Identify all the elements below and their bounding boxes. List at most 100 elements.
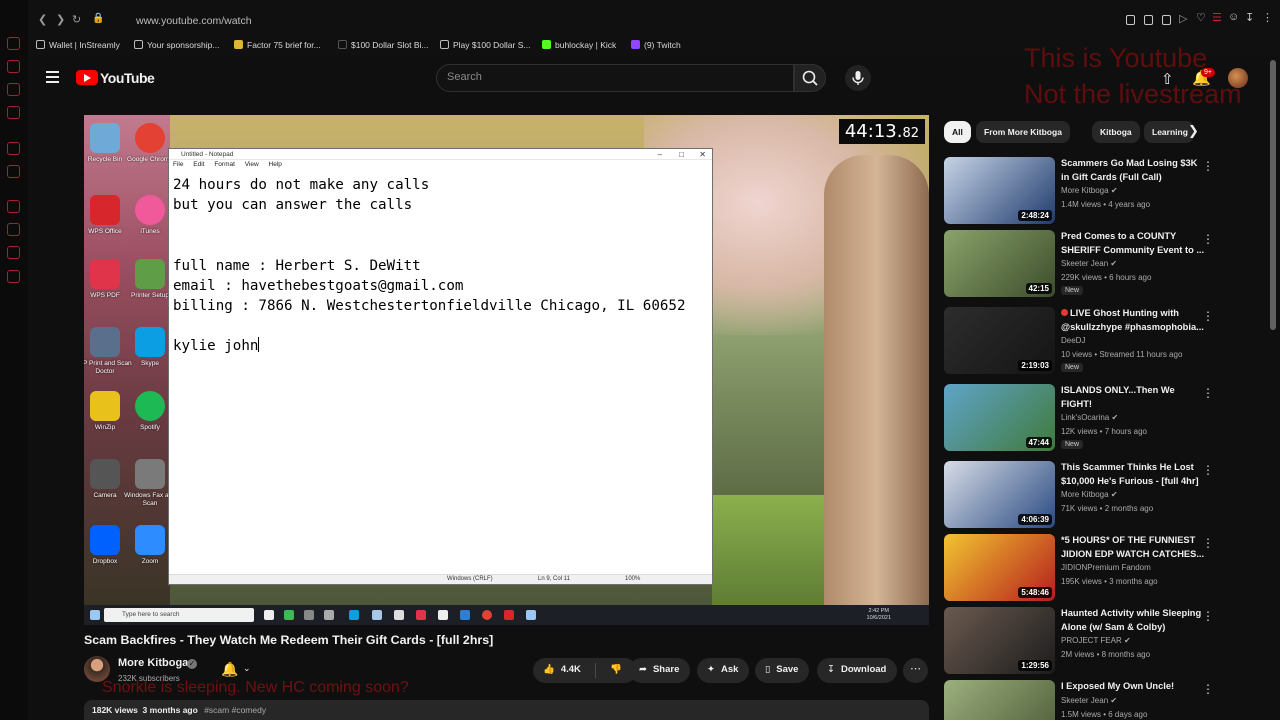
recommendation-item[interactable]: 4:06:39 This Scammer Thinks He Lost $10,…: [944, 461, 1264, 531]
like-button[interactable]: 👍 4.4K: [533, 658, 595, 683]
recommendation-channel[interactable]: PROJECT FEAR ✔: [1061, 636, 1131, 645]
video-player[interactable]: Recycle Bin Google Chrome WPS Office iTu…: [84, 115, 929, 625]
recommendation-item[interactable]: 5:48:46 *5 HOURS* OF THE FUNNIEST JIDION…: [944, 534, 1264, 604]
more-vertical-icon[interactable]: ⋮: [1202, 386, 1214, 400]
voice-search-button[interactable]: [845, 65, 871, 91]
more-vertical-icon[interactable]: ⋮: [1202, 682, 1214, 696]
windows-start-icon[interactable]: [90, 610, 100, 620]
sidebar-icon[interactable]: [7, 83, 20, 96]
more-vertical-icon[interactable]: ⋮: [1202, 536, 1214, 550]
recommendation-item[interactable]: 2:19:03 LIVE Ghost Hunting with @skullzz…: [944, 307, 1264, 377]
taskbar-app-icon[interactable]: [526, 610, 536, 620]
wps-taskbar-icon[interactable]: [416, 610, 426, 620]
bookmark-item[interactable]: Factor 75 brief for...: [234, 40, 321, 50]
video-thumbnail[interactable]: 5:48:46: [944, 534, 1055, 601]
ask-button[interactable]: ✦ Ask: [697, 658, 750, 683]
subscribe-bell-icon[interactable]: 🔔: [221, 661, 238, 678]
play-icon[interactable]: ▷: [1179, 12, 1187, 25]
more-vertical-icon[interactable]: ⋮: [1202, 463, 1214, 477]
skype-taskbar-icon[interactable]: [349, 610, 359, 620]
close-icon[interactable]: ✕: [699, 150, 706, 159]
recommendation-title[interactable]: Scammers Go Mad Losing $3K in Gift Cards…: [1061, 157, 1206, 184]
recommendation-channel[interactable]: Link'sOcarina ✔: [1061, 413, 1118, 422]
menu-view[interactable]: View: [245, 161, 259, 168]
recommendation-title[interactable]: LIVE Ghost Hunting with @skullzzhype #ph…: [1061, 307, 1206, 334]
menu-format[interactable]: Format: [214, 161, 235, 168]
notepad-window[interactable]: Untitled - Notepad – □ ✕ File Edit Forma…: [168, 148, 713, 585]
extensions-menu-icon[interactable]: ⋮: [1262, 11, 1273, 24]
description-box[interactable]: 182K views 3 months ago #scam #comedy: [84, 700, 929, 720]
bookmark-item[interactable]: Your sponsorship...: [134, 40, 219, 50]
chip-kitboga[interactable]: Kitboga: [1092, 121, 1140, 143]
more-vertical-icon[interactable]: ⋮: [1202, 309, 1214, 323]
recommendation-item[interactable]: 47:44 ISLANDS ONLY...Then We FIGHT! Link…: [944, 384, 1264, 454]
sidebar-icon[interactable]: [7, 60, 20, 73]
tab-icon[interactable]: [1144, 15, 1153, 25]
calendar-icon[interactable]: [372, 610, 382, 620]
recommendation-channel[interactable]: Skeeter Jean ✔: [1061, 696, 1117, 705]
sidebar-icon[interactable]: [7, 106, 20, 119]
recommendation-channel[interactable]: Skeeter Jean ✔: [1061, 259, 1117, 268]
more-vertical-icon[interactable]: ⋮: [1202, 609, 1214, 623]
pin-icon[interactable]: [1126, 15, 1135, 25]
chevron-right-icon[interactable]: ❯: [1188, 123, 1199, 139]
recommendation-channel[interactable]: JIDIONPremium Fandom: [1061, 563, 1151, 572]
download-button[interactable]: ↧ Download: [817, 658, 898, 683]
chrome-taskbar-icon[interactable]: [482, 610, 492, 620]
recommendation-item[interactable]: 1:29:56 Haunted Activity while Sleeping …: [944, 607, 1264, 677]
chip-learning[interactable]: Learning: [1144, 121, 1194, 143]
bookmark-item[interactable]: buhlockay | Kick: [542, 40, 616, 50]
back-icon[interactable]: ❮: [38, 13, 47, 26]
recommendation-title[interactable]: Haunted Activity while Sleeping Alone (w…: [1061, 607, 1206, 634]
chevron-down-icon[interactable]: ⌄: [243, 663, 251, 674]
recommendation-title[interactable]: ISLANDS ONLY...Then We FIGHT!: [1061, 384, 1206, 411]
recommendation-item[interactable]: I Exposed My Own Uncle! Skeeter Jean ✔ 1…: [944, 680, 1264, 720]
taskbar-app-icon[interactable]: [284, 610, 294, 620]
search-box[interactable]: Search: [436, 64, 794, 92]
sidebar-icon[interactable]: [7, 246, 20, 259]
menu-file[interactable]: File: [173, 161, 183, 168]
profile-icon[interactable]: ☺: [1228, 11, 1239, 23]
sidebar-icon[interactable]: [7, 37, 20, 50]
sidebar-icon[interactable]: [7, 200, 20, 213]
youtube-logo[interactable]: YouTube: [76, 69, 155, 87]
sidebar-icon[interactable]: [7, 223, 20, 236]
bookmark-item[interactable]: $100 Dollar Slot Bi...: [338, 40, 428, 50]
more-actions-button[interactable]: ⋯: [903, 658, 928, 683]
video-thumbnail[interactable]: 42:15: [944, 230, 1055, 297]
recommendation-channel[interactable]: More Kitboga ✔: [1061, 186, 1118, 195]
notepad-taskbar-icon[interactable]: [438, 610, 448, 620]
channel-name[interactable]: More Kitboga: [118, 657, 188, 669]
chip-from-channel[interactable]: From More Kitboga: [976, 121, 1070, 143]
sidebar-icon[interactable]: [7, 270, 20, 283]
account-avatar[interactable]: [1228, 68, 1248, 88]
search-input[interactable]: Search: [447, 71, 482, 83]
reload-icon[interactable]: ↻: [72, 13, 81, 26]
recommendation-title[interactable]: Pred Comes to a COUNTY SHERIFF Community…: [1061, 230, 1206, 257]
hashtags[interactable]: #scam #comedy: [204, 705, 266, 715]
bookmark-item[interactable]: Wallet | InStreamly: [36, 40, 120, 50]
taskbar-clock[interactable]: 2:42 PM 10/6/2021: [867, 608, 891, 622]
recommendation-channel[interactable]: More Kitboga ✔: [1061, 490, 1118, 499]
screenshot-icon[interactable]: [1162, 15, 1171, 25]
video-thumbnail[interactable]: 1:29:56: [944, 607, 1055, 674]
search-button[interactable]: [794, 64, 826, 92]
recommendation-channel[interactable]: DeeDJ: [1061, 336, 1085, 345]
download-icon[interactable]: ↧: [1245, 11, 1254, 24]
more-vertical-icon[interactable]: ⋮: [1202, 232, 1214, 246]
mail-icon[interactable]: [394, 610, 404, 620]
notepad-text-area[interactable]: 24 hours do not make any calls but you c…: [173, 175, 686, 356]
recommendation-title[interactable]: I Exposed My Own Uncle!: [1061, 680, 1206, 694]
maximize-icon[interactable]: □: [679, 150, 684, 159]
menu-edit[interactable]: Edit: [193, 161, 204, 168]
bookmark-item[interactable]: (9) Twitch: [631, 40, 681, 50]
menu-help[interactable]: Help: [269, 161, 282, 168]
edge-icon[interactable]: [460, 610, 470, 620]
task-view-icon[interactable]: [264, 610, 274, 620]
taskbar-search[interactable]: Type here to search: [104, 608, 254, 622]
menu-icon[interactable]: [46, 71, 59, 83]
video-thumbnail[interactable]: 2:19:03: [944, 307, 1055, 374]
recommendation-item[interactable]: 42:15 Pred Comes to a COUNTY SHERIFF Com…: [944, 230, 1264, 300]
page-scrollbar[interactable]: [1270, 60, 1276, 330]
recommendation-item[interactable]: 2:48:24 Scammers Go Mad Losing $3K in Gi…: [944, 157, 1264, 227]
